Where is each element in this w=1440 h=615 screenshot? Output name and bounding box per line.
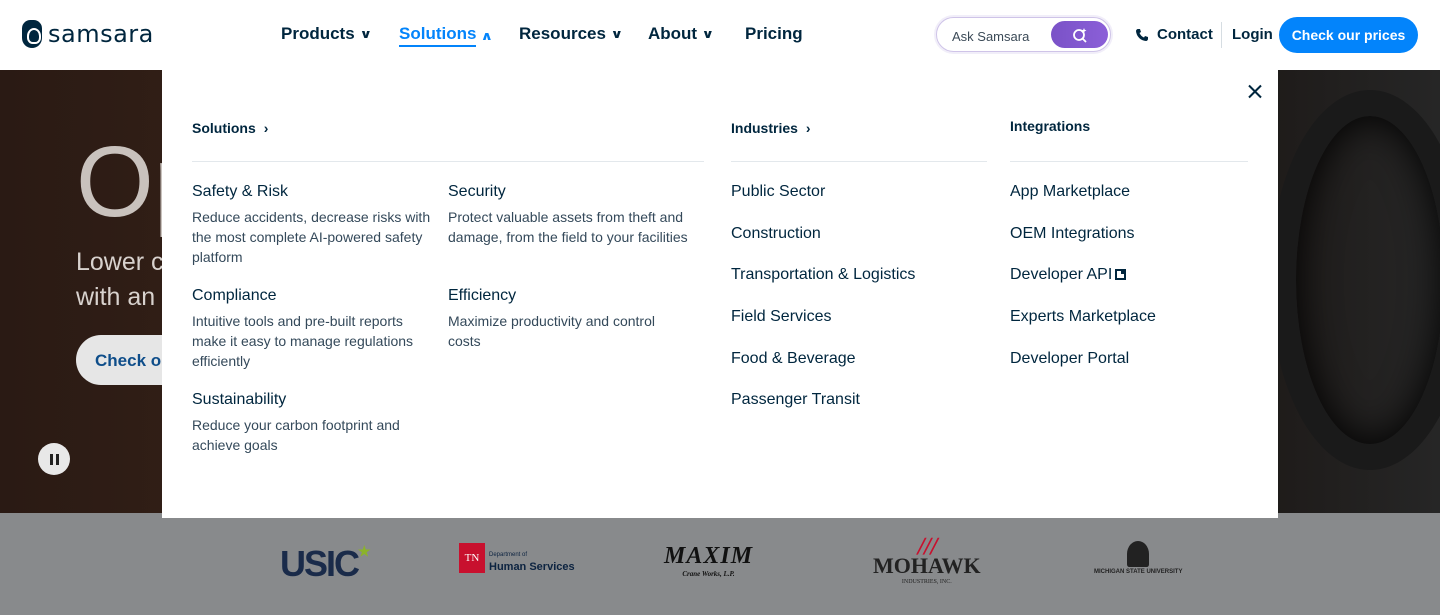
ai-search-icon bbox=[1072, 27, 1087, 43]
nav-resources-label: Resources bbox=[519, 24, 606, 43]
contact-link[interactable]: Contact bbox=[1135, 26, 1213, 43]
integration-app-marketplace[interactable]: App Marketplace bbox=[1010, 183, 1130, 201]
phone-icon bbox=[1136, 28, 1148, 41]
solutions-heading: Solutions bbox=[192, 120, 256, 136]
search-submit-button[interactable] bbox=[1051, 21, 1108, 48]
industry-food-beverage[interactable]: Food & Beverage bbox=[731, 350, 856, 368]
integration-experts-marketplace[interactable]: Experts Marketplace bbox=[1010, 308, 1156, 326]
usic-logo: USIC★ bbox=[280, 543, 370, 584]
customer-logos: USIC★ TN Department of Human Services MAX… bbox=[0, 513, 1440, 615]
steering-wheel-image bbox=[1270, 90, 1440, 470]
solution-efficiency[interactable]: Efficiency Maximize productivity and con… bbox=[448, 287, 688, 351]
close-icon[interactable] bbox=[1245, 82, 1265, 102]
nav-about-label: About bbox=[648, 24, 698, 43]
hero-subtitle-line-2: with an c bbox=[76, 283, 175, 311]
solutions-heading-link[interactable]: Solutions › bbox=[192, 120, 268, 136]
integrations-heading: Integrations bbox=[1010, 118, 1091, 134]
developer-api-label: Developer API bbox=[1010, 266, 1113, 283]
solution-safety-risk[interactable]: Safety & Risk Reduce accidents, decrease… bbox=[192, 183, 432, 267]
industry-passenger-transit[interactable]: Passenger Transit bbox=[731, 391, 860, 409]
chevron-down-icon: ∨ bbox=[359, 27, 372, 41]
check-prices-button[interactable]: Check our prices bbox=[1279, 17, 1418, 53]
nav-pricing-label: Pricing bbox=[745, 24, 803, 43]
industry-field-services[interactable]: Field Services bbox=[731, 308, 831, 326]
header-divider bbox=[1221, 22, 1222, 48]
pause-icon bbox=[49, 453, 53, 465]
search-placeholder[interactable]: Ask Samsara bbox=[952, 29, 1029, 44]
nav-products[interactable]: Products ∨ bbox=[281, 24, 372, 44]
pause-button[interactable] bbox=[38, 443, 70, 475]
nav-solutions[interactable]: Solutions ∧ bbox=[399, 24, 494, 47]
ask-samsara-search[interactable]: Ask Samsara bbox=[936, 17, 1111, 52]
samsara-logo-icon bbox=[22, 20, 42, 48]
external-link-icon bbox=[1115, 269, 1127, 280]
industry-transportation-logistics[interactable]: Transportation & Logistics bbox=[731, 266, 915, 284]
industry-construction[interactable]: Construction bbox=[731, 225, 821, 243]
star-icon: ★ bbox=[358, 543, 370, 559]
chevron-down-icon: ∨ bbox=[610, 27, 624, 41]
nav-products-label: Products bbox=[281, 24, 355, 43]
mohawk-mark-icon: ╱╱╱ bbox=[917, 540, 938, 555]
samsara-logo[interactable]: samsara bbox=[22, 20, 154, 48]
spartan-helmet-icon bbox=[1127, 541, 1150, 567]
integration-developer-portal[interactable]: Developer Portal bbox=[1010, 350, 1129, 368]
industries-heading: Industries bbox=[731, 120, 798, 136]
nav-pricing[interactable]: Pricing bbox=[745, 24, 803, 44]
mohawk-logo: ╱╱╱ MOHAWK INDUSTRIES, INC. bbox=[873, 540, 981, 586]
chevron-up-icon: ∧ bbox=[480, 28, 494, 43]
nav-resources[interactable]: Resources ∨ bbox=[519, 24, 624, 44]
solution-compliance[interactable]: Compliance Intuitive tools and pre-built… bbox=[192, 287, 432, 371]
michigan-state-logo: MICHIGAN STATE UNIVERSITY bbox=[1094, 541, 1182, 575]
tn-human-services-logo: TN Department of Human Services bbox=[459, 543, 575, 573]
maxim-crane-logo: MAXIM Crane Works, L.P. bbox=[664, 543, 754, 578]
hero-subtitle: Lower c with an c bbox=[76, 245, 175, 315]
nav-about[interactable]: About ∨ bbox=[648, 24, 715, 44]
chevron-down-icon: ∨ bbox=[701, 27, 715, 41]
integrations-divider bbox=[1010, 161, 1248, 162]
integration-developer-api[interactable]: Developer API bbox=[1010, 266, 1127, 284]
solution-sustainability[interactable]: Sustainability Reduce your carbon footpr… bbox=[192, 391, 432, 455]
hero-subtitle-line-1: Lower c bbox=[76, 248, 164, 276]
solutions-mega-menu: Solutions › Safety & Risk Reduce acciden… bbox=[162, 70, 1278, 518]
integration-oem[interactable]: OEM Integrations bbox=[1010, 225, 1135, 243]
brand-name: samsara bbox=[48, 20, 154, 48]
site-header: samsara Products ∨ Solutions ∧ Resources… bbox=[0, 0, 1440, 70]
nav-solutions-label: Solutions bbox=[399, 24, 477, 47]
industry-public-sector[interactable]: Public Sector bbox=[731, 183, 825, 201]
chevron-right-icon: › bbox=[805, 120, 811, 136]
chevron-right-icon: › bbox=[263, 120, 269, 136]
contact-label: Contact bbox=[1157, 26, 1213, 43]
solutions-divider bbox=[192, 161, 704, 162]
industries-heading-link[interactable]: Industries › bbox=[731, 120, 811, 136]
login-link[interactable]: Login bbox=[1232, 26, 1273, 43]
solution-security[interactable]: Security Protect valuable assets from th… bbox=[448, 183, 688, 247]
industries-divider bbox=[731, 161, 987, 162]
